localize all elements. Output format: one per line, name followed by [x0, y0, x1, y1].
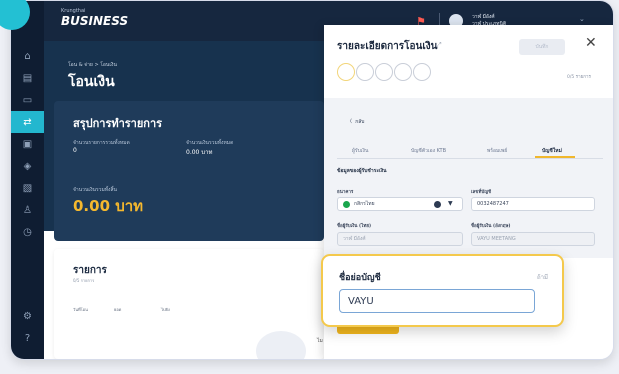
help-icon[interactable]: ?: [11, 327, 44, 349]
amount-label: จำนวนเงินรวมทั้งหมด: [186, 140, 234, 146]
chevron-left-icon: 〈: [347, 119, 353, 125]
step-count: 0/5 รายการ: [567, 75, 591, 80]
page-title: โอนเงิน: [68, 74, 115, 90]
account-label: เลขที่บัญชี: [471, 190, 492, 195]
app-logo: Krungthai BUSINESS: [61, 8, 129, 28]
name-th-label: ชื่อผู้รับเงิน (ไทย): [337, 224, 372, 229]
account-number-field[interactable]: 0032487247: [471, 197, 595, 211]
tag-icon[interactable]: ◈: [11, 155, 44, 177]
step-indicator: [413, 63, 431, 81]
save-button[interactable]: บันทึก: [519, 39, 565, 55]
bank-label: ธนาคาร: [337, 190, 354, 195]
step-indicator: [356, 63, 374, 81]
step-indicator: [337, 63, 355, 81]
caret-down-icon[interactable]: ▼: [448, 200, 453, 207]
section-title: ข้อมูลของผู้รับชำระเงิน: [337, 168, 387, 174]
step-indicator: [375, 63, 393, 81]
app-window: ⌂ ▤ ▭ ⇄ ▣ ◈ ▧ ♙ ◷ ⚙ ? Krungthai BUSINESS …: [10, 0, 614, 360]
bank-value: กสิกรไทย: [354, 201, 375, 207]
bank-select[interactable]: กสิกรไทย: [337, 197, 463, 211]
bank-logo-icon: [343, 200, 350, 208]
tab-new-account[interactable]: บัญชีใหม่: [542, 147, 562, 155]
name-th-field: วาฬ มีอังศ์: [337, 232, 463, 246]
step-indicator: [394, 63, 412, 81]
tab-promptpay[interactable]: พร้อมเพย์: [487, 147, 507, 155]
tab-own-account[interactable]: บัญชีตัวเอง KTB: [411, 147, 446, 155]
total-label: จำนวนเงินรวมทั้งสิ้น: [73, 187, 117, 193]
total-value: 0.00 บาท: [73, 197, 144, 215]
settings-icon[interactable]: ⚙: [11, 305, 44, 327]
back-link[interactable]: 〈 กลับ: [347, 118, 364, 126]
wallet-icon[interactable]: ▭: [11, 89, 44, 111]
truncated-text: ไม: [317, 338, 323, 344]
expand-icon[interactable]: ⤢: [436, 41, 442, 50]
transfer-icon[interactable]: ⇄: [11, 111, 44, 133]
account-nickname-input[interactable]: VAYU: [339, 289, 535, 313]
card-icon[interactable]: ▣: [11, 133, 44, 155]
breadcrumb: โอน & จ่าย > โอนเงิน: [68, 62, 117, 68]
tab-baseline: [337, 158, 603, 159]
tab-active-indicator: [535, 156, 575, 158]
column-header[interactable]: ไปยัง: [161, 306, 170, 313]
name-en-label: ชื่อผู้รับเงิน (อังกฤษ): [471, 224, 511, 229]
amount-value: 0.00 บาท: [186, 149, 213, 156]
doc-icon[interactable]: ▤: [11, 67, 44, 89]
optional-hint: ถ้ามี: [537, 274, 548, 281]
clear-icon[interactable]: [434, 201, 441, 208]
name-en-field: VAYU MEETANG: [471, 232, 595, 246]
list-title: รายการ: [73, 265, 107, 276]
chevron-down-icon[interactable]: ⌄: [579, 15, 585, 23]
panel-title: รายละเอียดการโอนเงิน: [337, 41, 438, 52]
tab-recipient[interactable]: ผู้รับเงิน: [352, 147, 368, 155]
count-label: จำนวนรายการรวมทั้งหมด: [73, 140, 130, 146]
column-header[interactable]: วันที่โอน: [73, 306, 88, 313]
close-icon[interactable]: ✕: [585, 35, 597, 51]
list-count: 0/5 รายการ: [73, 278, 95, 283]
summary-title: สรุปการทำรายการ: [73, 117, 163, 130]
users-icon[interactable]: ♙: [11, 199, 44, 221]
nickname-label: ชื่อย่อบัญชี: [339, 273, 381, 283]
count-value: 0: [73, 147, 77, 154]
sidebar: ⌂ ▤ ▭ ⇄ ▣ ◈ ▧ ♙ ◷ ⚙ ?: [11, 1, 44, 359]
home-icon[interactable]: ⌂: [11, 45, 44, 67]
file-icon[interactable]: ▧: [11, 177, 44, 199]
account-nickname-callout: ชื่อย่อบัญชี ถ้ามี VAYU: [321, 254, 564, 327]
column-header[interactable]: ยอด: [114, 306, 121, 313]
clock-icon[interactable]: ◷: [11, 221, 44, 243]
